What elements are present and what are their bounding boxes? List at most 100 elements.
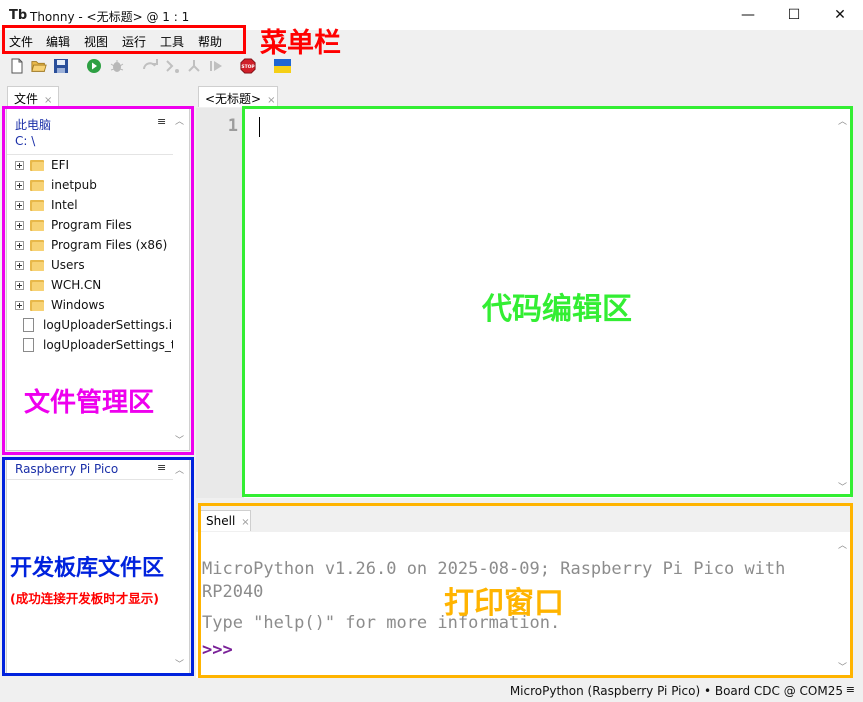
file-manager-annotation-label: 文件管理区 (24, 388, 155, 418)
tree-item-label: EFI (51, 158, 70, 172)
text-cursor (259, 117, 260, 137)
stop-icon[interactable]: STOP (240, 58, 256, 74)
interpreter-status[interactable]: MicroPython (Raspberry Pi Pico) • Board … (510, 684, 843, 698)
tree-row[interactable]: Intel (15, 195, 78, 215)
save-icon[interactable] (53, 58, 69, 74)
tree-item-label: Program Files (51, 218, 132, 232)
menu-tools[interactable]: 工具 (160, 33, 184, 50)
device-files-annotation-sublabel: (成功连接开发板时才显示) (10, 591, 159, 606)
folder-icon (30, 159, 44, 171)
expand-icon[interactable] (15, 160, 24, 170)
tree-item-label: Program Files (x86) (51, 238, 168, 252)
shell-banner-line: MicroPython v1.26.0 on 2025-08-09; Raspb… (202, 559, 786, 579)
files-menu-icon[interactable]: ≡ (157, 115, 166, 128)
tree-row[interactable]: EFI (15, 155, 69, 175)
line-number-gutter: 1 (196, 108, 244, 498)
scroll-up-icon[interactable]: ︿ (838, 538, 847, 551)
tab-editor-close-icon[interactable]: × (267, 95, 275, 106)
title-bar: Tb Thonny - <无标题> @ 1 : 1 — ☐ ✕ (0, 0, 863, 30)
close-button[interactable]: ✕ (817, 0, 863, 30)
tree-item-label: logUploaderSettings_t (43, 338, 176, 352)
tree-row[interactable]: WCH.CN (15, 275, 101, 295)
scroll-up-icon[interactable]: ︿ (175, 463, 184, 476)
tab-shell-label: Shell (206, 514, 236, 528)
tree-item-label: WCH.CN (51, 278, 102, 292)
code-editor-annotation-label: 代码编辑区 (482, 292, 632, 327)
expand-icon[interactable] (15, 220, 24, 230)
toolbar: STOP (0, 50, 863, 84)
new-file-icon[interactable] (9, 58, 25, 74)
shell-prompt: >>> (202, 640, 233, 660)
scroll-up-icon[interactable]: ︿ (175, 114, 184, 127)
line-number: 1 (227, 116, 238, 136)
tab-shell-close-icon[interactable]: × (241, 517, 249, 528)
editor-scrollbar[interactable]: ︿ ﹀ (836, 108, 850, 498)
debug-icon[interactable] (109, 58, 125, 74)
device-menu-icon[interactable]: ≡ (157, 461, 166, 474)
tab-shell[interactable]: Shell × (199, 510, 251, 531)
ukraine-flag-icon[interactable] (274, 58, 291, 74)
expand-icon[interactable] (15, 260, 24, 270)
expand-icon[interactable] (15, 180, 24, 190)
tree-row[interactable]: Windows (15, 295, 105, 315)
tab-editor-untitled[interactable]: <无标题> × (198, 86, 278, 107)
folder-icon (30, 239, 44, 251)
resume-icon[interactable] (208, 58, 224, 74)
tree-item-label: Windows (51, 298, 105, 312)
run-icon[interactable] (86, 58, 102, 74)
status-bar: MicroPython (Raspberry Pi Pico) • Board … (0, 680, 863, 702)
expand-icon[interactable] (15, 240, 24, 250)
menu-bar: 文件 编辑 视图 运行 工具 帮助 (0, 30, 863, 50)
maximize-button[interactable]: ☐ (771, 0, 817, 30)
tab-files-close-icon[interactable]: × (44, 95, 52, 106)
scroll-down-icon[interactable]: ﹀ (175, 657, 184, 670)
device-scrollbar[interactable]: ︿ ﹀ (173, 459, 187, 673)
scroll-down-icon[interactable]: ﹀ (838, 480, 847, 493)
scroll-up-icon[interactable]: ︿ (838, 114, 847, 127)
tree-item-label: logUploaderSettings.i (43, 318, 173, 332)
scroll-down-icon[interactable]: ﹀ (838, 660, 847, 673)
menu-run[interactable]: 运行 (122, 33, 146, 50)
menu-help[interactable]: 帮助 (198, 33, 222, 50)
menu-view[interactable]: 视图 (84, 33, 108, 50)
current-path[interactable]: C: \ (15, 134, 35, 148)
folder-icon (30, 279, 44, 291)
device-title[interactable]: Raspberry Pi Pico (15, 462, 118, 476)
window-title: Thonny - <无标题> @ 1 : 1 (30, 10, 190, 24)
expand-icon[interactable] (15, 300, 24, 310)
folder-icon (30, 299, 44, 311)
tree-item-label: Users (51, 258, 85, 272)
menu-edit[interactable]: 编辑 (46, 33, 70, 50)
tree-row[interactable]: logUploaderSettings_t (7, 335, 176, 355)
thonny-app-icon: Tb (9, 8, 28, 23)
expand-icon[interactable] (15, 200, 24, 210)
tab-files[interactable]: 文件 × (7, 86, 59, 107)
step-out-icon[interactable] (186, 58, 202, 74)
device-files-annotation-label: 开发板库文件区 (10, 556, 165, 581)
tree-row[interactable]: Users (15, 255, 85, 275)
file-icon (23, 318, 34, 332)
shell-scrollbar[interactable]: ︿ ﹀ (836, 532, 850, 678)
this-pc-title[interactable]: 此电脑 (15, 116, 51, 133)
print-window-annotation-label: 打印窗口 (444, 586, 564, 621)
folder-icon (30, 179, 44, 191)
shell-banner-line: RP2040 (202, 582, 264, 602)
tree-row[interactable]: inetpub (15, 175, 97, 195)
expand-icon[interactable] (15, 280, 24, 290)
tree-row[interactable]: logUploaderSettings.i (7, 315, 172, 335)
status-menu-icon[interactable]: ≡ (846, 683, 855, 696)
tree-row[interactable]: Program Files (x86) (15, 235, 167, 255)
scroll-down-icon[interactable]: ﹀ (175, 433, 184, 446)
step-into-icon[interactable] (164, 58, 180, 74)
files-scrollbar[interactable]: ︿ ﹀ (173, 108, 187, 450)
tree-row[interactable]: Program Files (15, 215, 132, 235)
menu-file[interactable]: 文件 (9, 33, 33, 50)
step-over-icon[interactable] (142, 58, 158, 74)
minimize-button[interactable]: — (725, 0, 771, 30)
open-folder-icon[interactable] (31, 58, 47, 74)
folder-icon (30, 259, 44, 271)
folder-icon (30, 199, 44, 211)
menu-bar-annotation-label: 菜单栏 (260, 28, 341, 59)
tab-editor-label: <无标题> (205, 92, 262, 106)
tree-item-label: inetpub (51, 178, 97, 192)
